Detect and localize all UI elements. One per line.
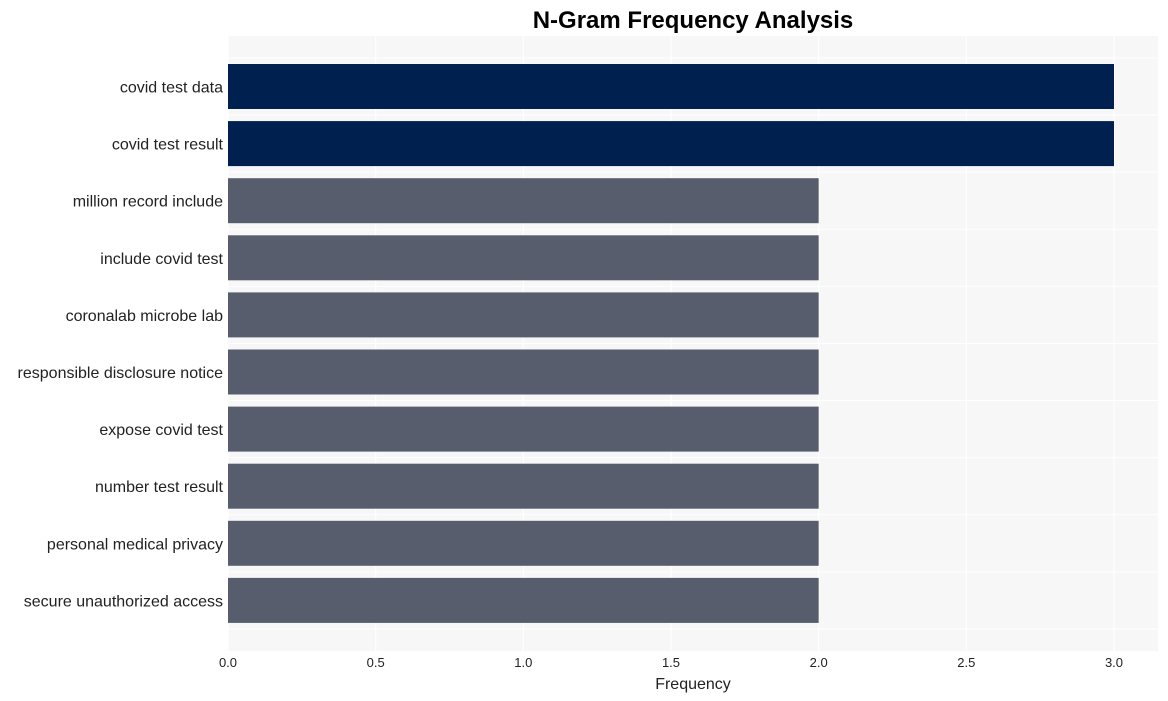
bar	[228, 577, 819, 623]
ngram-frequency-chart: N-Gram Frequency Analysis covid test dat…	[18, 7, 1158, 693]
chart-title: N-Gram Frequency Analysis	[533, 7, 854, 34]
y-tick-label: number test result	[95, 479, 224, 496]
bar	[228, 235, 819, 281]
x-tick-label: 0.5	[367, 655, 385, 670]
bar	[228, 520, 819, 566]
x-tick-label: 0.0	[219, 655, 237, 670]
bar	[228, 178, 819, 224]
bar	[228, 292, 819, 338]
y-tick-label: covid test result	[112, 137, 224, 154]
y-tick-label: coronalab microbe lab	[66, 308, 224, 325]
y-tick-label: covid test data	[120, 80, 223, 97]
x-axis-ticks: 0.0 0.5 1.0 1.5 2.0 2.5 3.0	[219, 655, 1123, 670]
y-tick-label: secure unauthorized access	[24, 593, 223, 610]
bar	[228, 463, 819, 509]
y-tick-label: expose covid test	[99, 422, 223, 439]
x-tick-label: 1.0	[514, 655, 532, 670]
y-tick-label: responsible disclosure notice	[18, 365, 224, 382]
bar	[228, 406, 819, 452]
x-tick-label: 2.0	[810, 655, 828, 670]
y-tick-label: include covid test	[100, 251, 223, 268]
x-tick-label: 1.5	[662, 655, 680, 670]
x-axis-label: Frequency	[655, 676, 731, 693]
x-tick-label: 2.5	[957, 655, 975, 670]
x-tick-label: 3.0	[1105, 655, 1123, 670]
bar	[228, 121, 1114, 167]
y-tick-label: personal medical privacy	[47, 536, 223, 553]
y-tick-label: million record include	[73, 194, 223, 211]
bar	[228, 349, 819, 395]
y-axis-labels: covid test data covid test result million …	[18, 80, 224, 611]
bar	[228, 64, 1114, 109]
